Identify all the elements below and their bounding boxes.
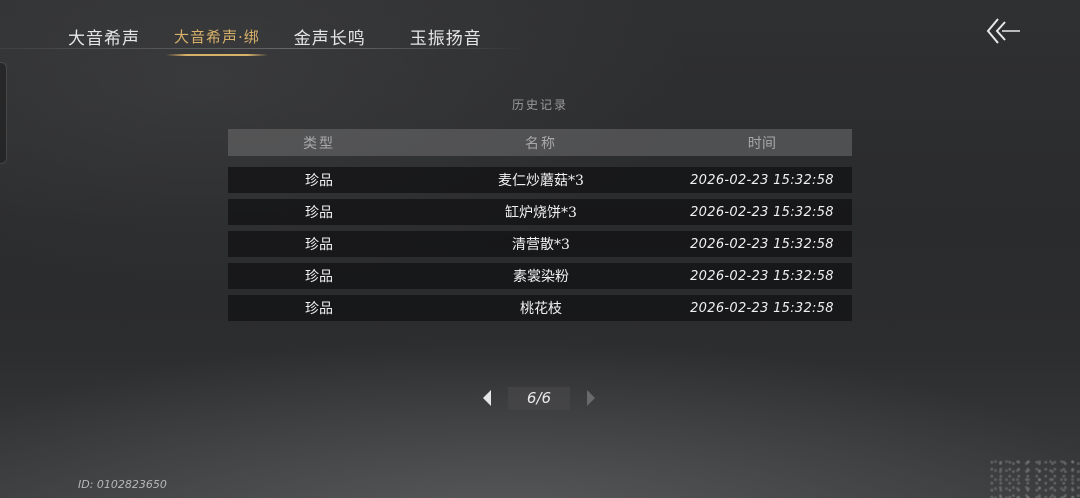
- history-table: 类型 名称 时间 珍品 麦仁炒蘑菇*3 2026-02-23 15:32:58 …: [228, 129, 852, 321]
- page-indicator: 6/6: [508, 386, 570, 410]
- cell-name: 缸炉烧饼*3: [505, 205, 577, 221]
- tab-da-yin-xi-sheng[interactable]: 大音希声: [60, 18, 148, 52]
- side-panel-handle[interactable]: [0, 62, 7, 164]
- table-row: 珍品 素裳染粉 2026-02-23 15:32:58: [228, 263, 852, 289]
- pagination: 6/6: [480, 386, 598, 410]
- column-header-time: 时间: [747, 135, 777, 152]
- user-id-label: ID: 0102823650: [78, 478, 167, 491]
- cell-time: 2026-02-23 15:32:58: [690, 172, 834, 188]
- table-row: 珍品 缸炉烧饼*3 2026-02-23 15:32:58: [228, 199, 852, 225]
- cell-time: 2026-02-23 15:32:58: [690, 300, 834, 316]
- history-title: 历史记录: [511, 98, 568, 112]
- column-header-name: 名称: [525, 135, 557, 152]
- cell-type: 珍品: [305, 205, 333, 221]
- cell-type: 珍品: [305, 301, 333, 317]
- tab-yu-zhen-yang-yin[interactable]: 玉振扬音: [402, 18, 490, 52]
- column-header-type: 类型: [303, 135, 335, 152]
- prev-page-icon[interactable]: [480, 386, 494, 410]
- tab-divider: [0, 48, 530, 49]
- top-tabs: 大音希声 大音希声·绑 金声长鸣 玉振扬音: [60, 18, 490, 56]
- cell-type: 珍品: [305, 173, 333, 189]
- cell-type: 珍品: [305, 269, 333, 285]
- cell-type: 珍品: [305, 237, 333, 253]
- cell-time: 2026-02-23 15:32:58: [690, 204, 834, 220]
- background-decoration: [990, 458, 1080, 498]
- cell-time: 2026-02-23 15:32:58: [690, 268, 834, 284]
- cell-name: 素裳染粉: [513, 269, 569, 285]
- next-page-icon[interactable]: [584, 386, 598, 410]
- table-row: 珍品 麦仁炒蘑菇*3 2026-02-23 15:32:58: [228, 167, 852, 193]
- tab-jin-sheng-chang-ming[interactable]: 金声长鸣: [286, 18, 374, 52]
- table-row: 珍品 清营散*3 2026-02-23 15:32:58: [228, 231, 852, 257]
- cell-name: 麦仁炒蘑菇*3: [498, 173, 584, 189]
- table-row: 珍品 桃花枝 2026-02-23 15:32:58: [228, 295, 852, 321]
- cell-name: 清营散*3: [512, 237, 570, 253]
- back-arrow-icon[interactable]: [984, 16, 1024, 46]
- cell-name: 桃花枝: [520, 301, 562, 317]
- cell-time: 2026-02-23 15:32:58: [690, 236, 834, 252]
- table-header: 类型 名称 时间: [228, 129, 852, 156]
